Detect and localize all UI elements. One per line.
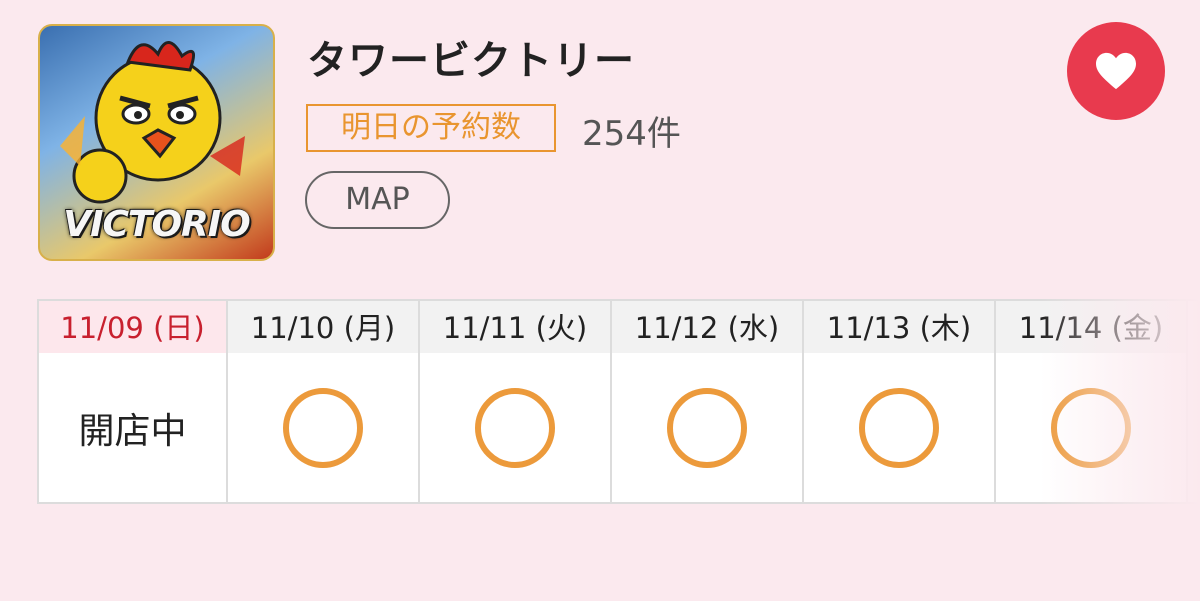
logo-wordmark: VICTORIO [63, 204, 251, 245]
calendar-status-text: 開店中 [78, 410, 187, 452]
available-circle-icon [667, 387, 747, 468]
calendar-day[interactable]: 11/11 (火) [420, 301, 612, 502]
shop-name: タワービクトリー [307, 38, 635, 84]
available-circle-icon [475, 387, 555, 468]
calendar-day[interactable]: 11/09 (日) 開店中 [39, 301, 228, 502]
available-circle-icon [859, 387, 939, 468]
calendar-date: 11/09 (日) [39, 301, 226, 353]
calendar-day[interactable]: 11/14 (金) [996, 301, 1188, 502]
available-circle-icon [1051, 387, 1131, 468]
favorite-button[interactable] [1067, 22, 1165, 120]
calendar-date: 11/10 (月) [228, 301, 418, 353]
calendar-day[interactable]: 11/12 (水) [612, 301, 804, 502]
calendar-date: 11/14 (金) [996, 301, 1186, 353]
heart-icon [1096, 52, 1136, 90]
shop-logo: VICTORIO [38, 24, 275, 261]
calendar-date: 11/11 (火) [420, 301, 610, 353]
reservation-count: 254件 [582, 114, 681, 154]
reservation-label-badge: 明日の予約数 [306, 104, 556, 152]
calendar-day[interactable]: 11/13 (木) [804, 301, 996, 502]
calendar-day[interactable]: 11/10 (月) [228, 301, 420, 502]
availability-calendar: 11/09 (日) 開店中 11/10 (月) 11/11 (火) 11/12 … [37, 299, 1200, 504]
available-circle-icon [283, 387, 363, 468]
calendar-date: 11/12 (水) [612, 301, 802, 353]
calendar-date: 11/13 (木) [804, 301, 994, 353]
map-button[interactable]: MAP [305, 171, 450, 229]
